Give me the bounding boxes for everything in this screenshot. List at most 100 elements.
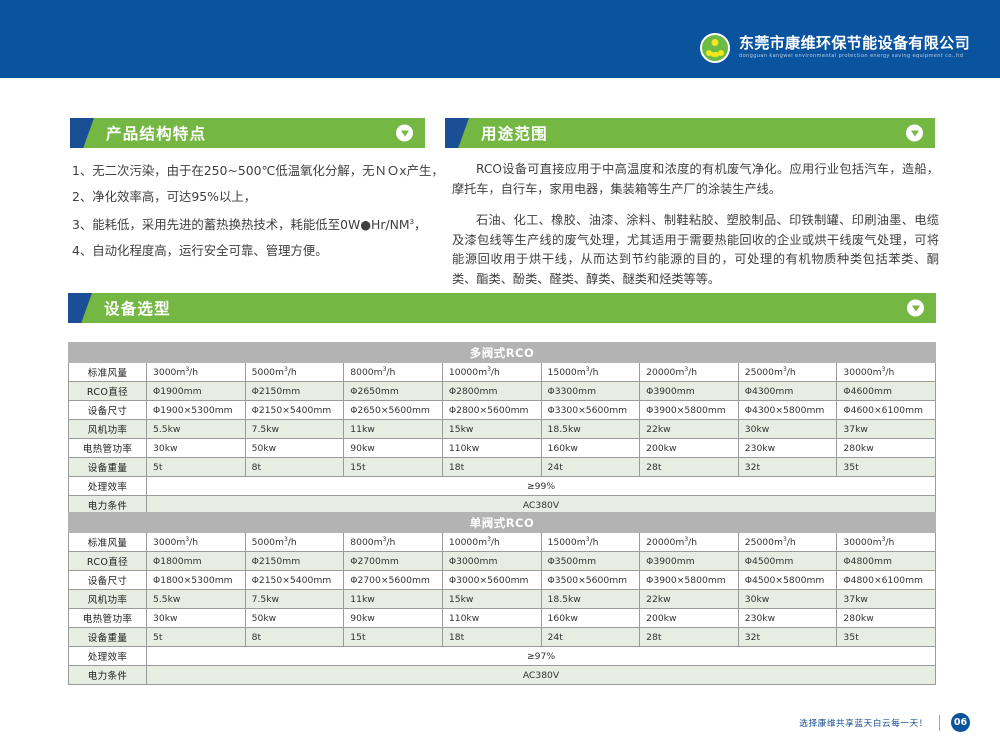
top-header-bar: 东莞市康维环保节能设备有限公司 dongguan kangwei environ… (0, 0, 1000, 78)
table-cell: 5000m3/h (245, 363, 344, 382)
table-cell: 230kw (738, 609, 837, 628)
table-row: 风机功率5.5kw7.5kw11kw15kw18.5kw22kw30kw37kw (69, 590, 936, 609)
row-label: 处理效率 (69, 477, 147, 496)
table-cell: 37kw (837, 420, 936, 439)
table-cell: 15kw (442, 590, 541, 609)
company-brand: 东莞市康维环保节能设备有限公司 dongguan kangwei environ… (700, 33, 970, 63)
table-cell: 200kw (640, 609, 739, 628)
table-cell: 18t (442, 628, 541, 647)
table-cell: 22kw (640, 590, 739, 609)
page-footer: 选择康维共享蓝天白云每一天！ 06 (799, 713, 970, 732)
table-row: 标准风量3000m3/h5000m3/h8000m3/h10000m3/h150… (69, 363, 936, 382)
table-cell: Φ1900×5300mm (147, 401, 246, 420)
section-title-equipment-selection: 设备选型 (104, 297, 171, 319)
table-cell: Φ1800×5300mm (147, 571, 246, 590)
table-cell: Φ2150×5400mm (245, 571, 344, 590)
table-row: 电热管功率30kw50kw90kw110kw160kw200kw230kw280… (69, 609, 936, 628)
table-cell: 24t (541, 628, 640, 647)
table-cell: Φ3300×5600mm (541, 401, 640, 420)
table-cell: Φ3000×5600mm (442, 571, 541, 590)
table-cell: Φ1800mm (147, 552, 246, 571)
header-notch-shape (70, 118, 94, 148)
chevron-down-circle-icon[interactable] (906, 125, 923, 142)
table-cell: Φ4800×6100mm (837, 571, 936, 590)
table-cell: Φ4300×5800mm (738, 401, 837, 420)
table-caption: 单阀式RCO (69, 513, 936, 533)
table-cell: 3000m3/h (147, 363, 246, 382)
table-cell: Φ4800mm (837, 552, 936, 571)
table-cell: Φ3900mm (640, 552, 739, 571)
table-caption-row: 多阀式RCO (69, 343, 936, 363)
table-row: 电力条件AC380V (69, 666, 936, 685)
row-label: 标准风量 (69, 363, 147, 382)
table-cell: 5t (147, 628, 246, 647)
table-row: 标准风量3000m3/h5000m3/h8000m3/h10000m3/h150… (69, 533, 936, 552)
table-cell: 18t (442, 458, 541, 477)
table-cell: Φ2700mm (344, 552, 443, 571)
spec-table-multi-valve: 多阀式RCO标准风量3000m3/h5000m3/h8000m3/h10000m… (68, 342, 936, 515)
table-row: 设备尺寸Φ1900×5300mmΦ2150×5400mmΦ2650×5600mm… (69, 401, 936, 420)
table-cell-merged: AC380V (147, 666, 936, 685)
table-cell: 280kw (837, 609, 936, 628)
table-cell: 3000m3/h (147, 533, 246, 552)
list-item: 3、能耗低，采用先进的蓄热换热技术，耗能低至0W●Hr/NM3， (72, 212, 442, 235)
table-cell: 50kw (245, 609, 344, 628)
row-label: 设备尺寸 (69, 401, 147, 420)
leaf-circle-logo-icon (700, 33, 730, 63)
product-feature-list: 1、无二次污染，由于在250~500℃低温氧化分解，无ＮＯx产生， 2、净化效率… (72, 160, 442, 266)
usage-paragraph: RCO设备可直接应用于中高温度和浓度的有机废气净化。应用行业包括汽车，造船，摩托… (452, 160, 939, 199)
table-row: RCO直径Φ1900mmΦ2150mmΦ2650mmΦ2800mmΦ3300mm… (69, 382, 936, 401)
section-header-equipment-selection: 设备选型 (68, 293, 936, 323)
table-cell: Φ3500×5600mm (541, 571, 640, 590)
table-cell: 30000m3/h (837, 363, 936, 382)
table-cell: 160kw (541, 609, 640, 628)
row-label: 标准风量 (69, 533, 147, 552)
table-cell: 8000m3/h (344, 533, 443, 552)
table-cell: Φ3900×5800mm (640, 571, 739, 590)
section-title-product-structure: 产品结构特点 (106, 122, 206, 144)
table-cell: 11kw (344, 590, 443, 609)
table-cell: 90kw (344, 609, 443, 628)
table-cell: 30kw (147, 609, 246, 628)
table-cell: 15t (344, 628, 443, 647)
table-row: 设备重量5t8t15t18t24t28t32t35t (69, 628, 936, 647)
table-cell: 15t (344, 458, 443, 477)
table-cell: Φ3000mm (442, 552, 541, 571)
table-cell: 90kw (344, 439, 443, 458)
table-cell: 20000m3/h (640, 533, 739, 552)
table-cell: 200kw (640, 439, 739, 458)
row-label: 风机功率 (69, 590, 147, 609)
table-cell-merged: ≥99% (147, 477, 936, 496)
table-cell: 18.5kw (541, 420, 640, 439)
page-number-badge: 06 (951, 713, 970, 732)
footer-divider (939, 715, 940, 731)
table-cell: 15000m3/h (541, 363, 640, 382)
table-caption: 多阀式RCO (69, 343, 936, 363)
table-cell: 30kw (738, 590, 837, 609)
section-header-product-structure: 产品结构特点 (70, 118, 425, 148)
table-cell: 32t (738, 458, 837, 477)
table-cell: 18.5kw (541, 590, 640, 609)
table-cell: Φ2150mm (245, 382, 344, 401)
table-cell: 32t (738, 628, 837, 647)
row-label: 电力条件 (69, 666, 147, 685)
table-cell: 30kw (147, 439, 246, 458)
row-label: RCO直径 (69, 552, 147, 571)
table-cell: Φ4300mm (738, 382, 837, 401)
table-cell: Φ2700×5600mm (344, 571, 443, 590)
spec-table-single-valve: 单阀式RCO标准风量3000m3/h5000m3/h8000m3/h10000m… (68, 512, 936, 685)
table-cell: Φ2800×5600mm (442, 401, 541, 420)
chevron-down-circle-icon[interactable] (907, 300, 924, 317)
row-label: RCO直径 (69, 382, 147, 401)
table-cell: 8000m3/h (344, 363, 443, 382)
table-row: RCO直径Φ1800mmΦ2150mmΦ2700mmΦ3000mmΦ3500mm… (69, 552, 936, 571)
table-cell: 30kw (738, 420, 837, 439)
table-cell-merged: ≥97% (147, 647, 936, 666)
table-cell: 230kw (738, 439, 837, 458)
table-cell: 28t (640, 628, 739, 647)
table-row: 设备尺寸Φ1800×5300mmΦ2150×5400mmΦ2700×5600mm… (69, 571, 936, 590)
chevron-down-circle-icon[interactable] (396, 125, 413, 142)
list-item: 2、净化效率高，可达95%以上， (72, 186, 442, 207)
table-cell: 15000m3/h (541, 533, 640, 552)
row-label: 处理效率 (69, 647, 147, 666)
